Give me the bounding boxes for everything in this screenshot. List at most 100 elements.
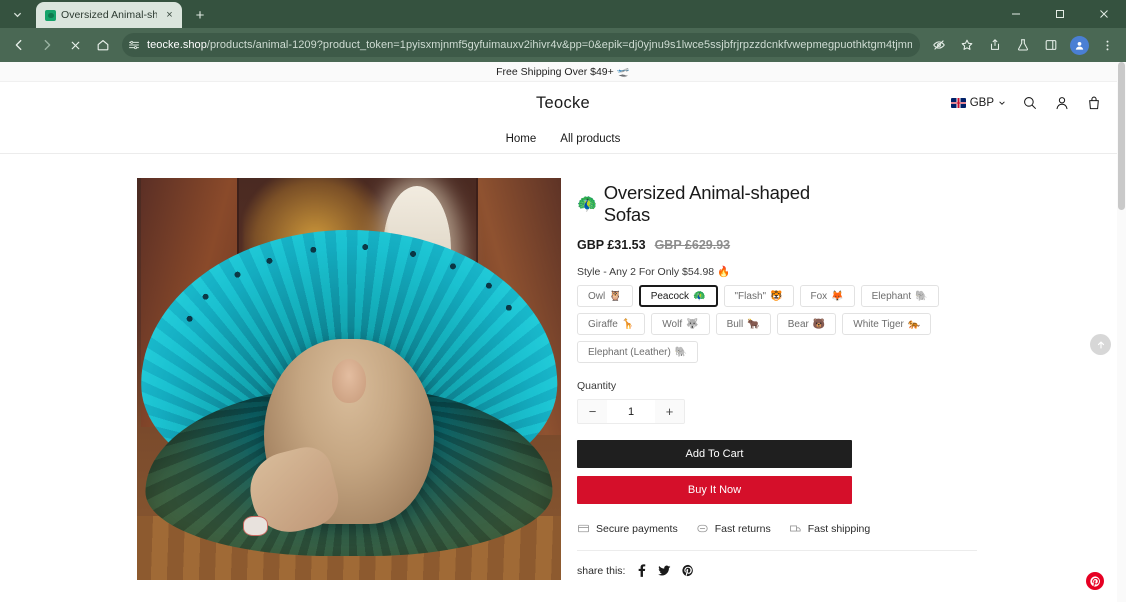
buy-it-now-button[interactable]: Buy It Now bbox=[577, 476, 852, 505]
uk-flag-icon bbox=[950, 98, 966, 108]
variant-label: Bull bbox=[726, 318, 744, 330]
variant-option[interactable]: Owl 🦉 bbox=[577, 285, 633, 308]
browser-tab[interactable]: Oversized Animal-shaped S... × bbox=[36, 2, 182, 28]
peacock-favicon bbox=[45, 9, 56, 21]
new-tab-button[interactable]: + bbox=[188, 3, 212, 27]
product-title-text: Oversized Animal-shaped Sofas bbox=[603, 182, 810, 226]
variant-emoji-icon: 🦉 bbox=[609, 290, 622, 302]
quantity-input[interactable]: 1 bbox=[607, 400, 655, 424]
product-section: 🦚 Oversized Animal-shaped Sofas GBP £31.… bbox=[0, 154, 1126, 580]
variant-option[interactable]: Fox 🦊 bbox=[799, 285, 855, 308]
tab-search-button[interactable] bbox=[4, 2, 30, 26]
tab-title: Oversized Animal-shaped S... bbox=[61, 9, 157, 21]
model-head bbox=[332, 358, 366, 404]
variant-emoji-icon: 🐺 bbox=[686, 318, 699, 330]
trust-label: Fast shipping bbox=[807, 522, 871, 535]
star-icon[interactable] bbox=[954, 32, 980, 58]
price-block: GBP £31.53 GBP £629.93 bbox=[577, 238, 857, 252]
add-to-cart-button[interactable]: Add To Cart bbox=[577, 440, 852, 469]
pinterest-icon[interactable] bbox=[682, 564, 694, 577]
variant-option[interactable]: Elephant 🐘 bbox=[860, 285, 939, 308]
model-shoe bbox=[243, 515, 269, 536]
twitter-icon[interactable] bbox=[658, 564, 671, 577]
tab-strip: Oversized Animal-shaped S... × + bbox=[0, 0, 1126, 28]
quantity-increase-button[interactable]: + bbox=[655, 400, 684, 424]
nav-home[interactable]: Home bbox=[506, 133, 537, 145]
url-host: teocke.shop bbox=[147, 39, 207, 51]
trust-badge-fast-returns: Fast returns bbox=[696, 522, 771, 535]
variant-label: Peacock bbox=[650, 290, 690, 302]
panel-icon[interactable] bbox=[1038, 32, 1064, 58]
pinterest-save-button[interactable] bbox=[1086, 572, 1104, 590]
compare-price: GBP £629.93 bbox=[654, 238, 731, 253]
fire-icon: 🔥 bbox=[717, 266, 731, 279]
variant-option[interactable]: "Flash" 🐯 bbox=[723, 285, 794, 308]
quantity-stepper[interactable]: − 1 + bbox=[577, 399, 685, 425]
forward-button[interactable] bbox=[34, 32, 60, 58]
quantity-decrease-button[interactable]: − bbox=[578, 400, 607, 424]
variant-label: Elephant (Leather) bbox=[588, 346, 671, 358]
credit-card-icon bbox=[577, 522, 590, 535]
variant-option[interactable]: Bear 🐻 bbox=[776, 313, 837, 336]
announcement-bar: Free Shipping Over $49+ 🛫 bbox=[0, 62, 1126, 82]
variant-option[interactable]: Elephant (Leather) 🐘 bbox=[577, 341, 699, 364]
site-nav: Home All products bbox=[0, 124, 1126, 154]
url-text: teocke.shop/products/animal-1209?product… bbox=[147, 39, 912, 51]
variant-label: White Tiger bbox=[853, 318, 904, 330]
variant-option[interactable]: Peacock 🦚 bbox=[638, 285, 718, 308]
site-header: Teocke GBP bbox=[0, 82, 1126, 124]
variant-option[interactable]: White Tiger 🐅 bbox=[842, 313, 932, 336]
currency-code: GBP bbox=[969, 97, 994, 109]
variant-option[interactable]: Bull 🐂 bbox=[715, 313, 771, 336]
share-icon[interactable] bbox=[982, 32, 1008, 58]
currency-selector[interactable]: GBP bbox=[950, 97, 1006, 109]
home-button[interactable] bbox=[90, 32, 116, 58]
product-gallery[interactable] bbox=[137, 178, 561, 580]
account-icon[interactable] bbox=[1054, 95, 1070, 111]
tab-close-button[interactable]: × bbox=[162, 8, 177, 23]
trust-label: Fast returns bbox=[714, 522, 771, 535]
variant-label: "Flash" bbox=[734, 290, 767, 302]
variant-label: Wolf bbox=[662, 318, 683, 330]
page-viewport: Free Shipping Over $49+ 🛫 Teocke GBP Hom… bbox=[0, 62, 1126, 602]
stop-loading-button[interactable] bbox=[62, 32, 88, 58]
search-icon[interactable] bbox=[1022, 95, 1038, 111]
flask-icon[interactable] bbox=[1010, 32, 1036, 58]
page-scrollbar[interactable] bbox=[1117, 62, 1126, 602]
current-price: GBP £31.53 bbox=[577, 238, 646, 253]
product-image[interactable] bbox=[137, 178, 561, 580]
profile-avatar-icon[interactable] bbox=[1066, 32, 1092, 58]
eye-off-icon[interactable] bbox=[926, 32, 952, 58]
maximize-button[interactable] bbox=[1038, 0, 1082, 28]
product-details: 🦚 Oversized Animal-shaped Sofas GBP £31.… bbox=[577, 178, 977, 580]
scrollbar-thumb[interactable] bbox=[1118, 62, 1125, 210]
address-bar[interactable]: teocke.shop/products/animal-1209?product… bbox=[122, 33, 920, 57]
facebook-icon[interactable] bbox=[636, 564, 647, 578]
back-button[interactable] bbox=[6, 32, 32, 58]
kebab-menu-icon[interactable] bbox=[1094, 32, 1120, 58]
window-controls bbox=[994, 0, 1126, 28]
variant-emoji-icon: 🦊 bbox=[831, 290, 844, 302]
variant-label: Elephant bbox=[871, 290, 912, 302]
tune-icon[interactable] bbox=[128, 39, 140, 51]
variant-option[interactable]: Giraffe 🦒 bbox=[577, 313, 646, 336]
variant-emoji-icon: 🐂 bbox=[747, 318, 760, 330]
variant-label: Giraffe bbox=[588, 318, 618, 330]
variant-option[interactable]: Wolf 🐺 bbox=[651, 313, 710, 336]
variant-emoji-icon: 🐘 bbox=[915, 290, 928, 302]
variant-label: Owl bbox=[588, 290, 606, 302]
return-box-icon bbox=[696, 522, 709, 535]
variant-emoji-icon: 🦒 bbox=[621, 318, 635, 330]
style-option-label: Style - Any 2 For Only $54.98 🔥 bbox=[577, 265, 857, 278]
header-actions: GBP bbox=[950, 95, 1102, 111]
close-window-button[interactable] bbox=[1082, 0, 1126, 28]
scroll-to-top-button[interactable] bbox=[1090, 334, 1111, 355]
share-row: share this: bbox=[577, 564, 857, 578]
variant-option-list: Owl 🦉 Peacock 🦚 "Flash" 🐯 Fox 🦊 Elephant 🐘 Giraffe… bbox=[577, 285, 959, 364]
nav-all-products[interactable]: All products bbox=[560, 133, 620, 145]
minimize-button[interactable] bbox=[994, 0, 1038, 28]
variant-emoji-icon: 🐘 bbox=[674, 346, 688, 358]
trust-badge-secure-payments: Secure payments bbox=[577, 522, 678, 535]
cart-icon[interactable] bbox=[1086, 95, 1102, 111]
chevron-down-icon bbox=[999, 101, 1005, 105]
